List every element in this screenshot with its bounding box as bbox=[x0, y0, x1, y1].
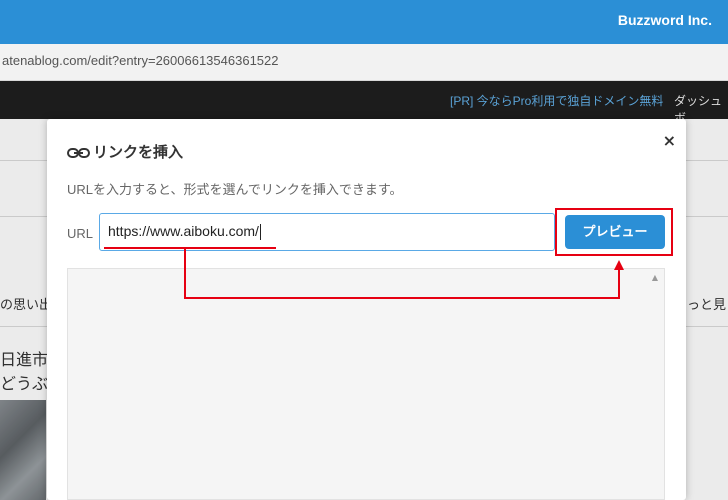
url-label: URL bbox=[67, 226, 94, 241]
close-icon[interactable]: × bbox=[663, 131, 676, 150]
address-bar[interactable]: atenablog.com/edit?entry=260066135463615… bbox=[0, 44, 728, 81]
insert-link-dialog: リンクを挿入 × URLを入力すると、形式を選んでリンクを挿入できます。 URL… bbox=[47, 119, 686, 500]
link-icon bbox=[67, 146, 91, 158]
text-caret bbox=[259, 224, 261, 241]
url-input[interactable]: https://www.aiboku.com/ bbox=[99, 213, 555, 251]
scroll-up-arrow-icon[interactable]: ▲ bbox=[652, 273, 658, 282]
dialog-title-text: リンクを挿入 bbox=[93, 144, 184, 161]
dialog-title: リンクを挿入 bbox=[67, 141, 183, 162]
dialog-description: URLを入力すると、形式を選んでリンクを挿入できます。 bbox=[67, 182, 403, 197]
preview-button[interactable]: プレビュー bbox=[565, 215, 665, 249]
hatena-header: [PR] 今ならPro利用で独自ドメイン無料 ダッシュボ bbox=[0, 81, 728, 125]
brand-name: Buzzword Inc. bbox=[617, 12, 712, 28]
promo-link[interactable]: [PR] 今ならPro利用で独自ドメイン無料 bbox=[450, 92, 663, 109]
brand-bar: Buzzword Inc. bbox=[0, 0, 728, 44]
address-url[interactable]: atenablog.com/edit?entry=260066135463615… bbox=[2, 53, 279, 68]
url-input-value: https://www.aiboku.com/ bbox=[108, 223, 259, 239]
preview-area[interactable]: ▲ bbox=[67, 268, 665, 500]
